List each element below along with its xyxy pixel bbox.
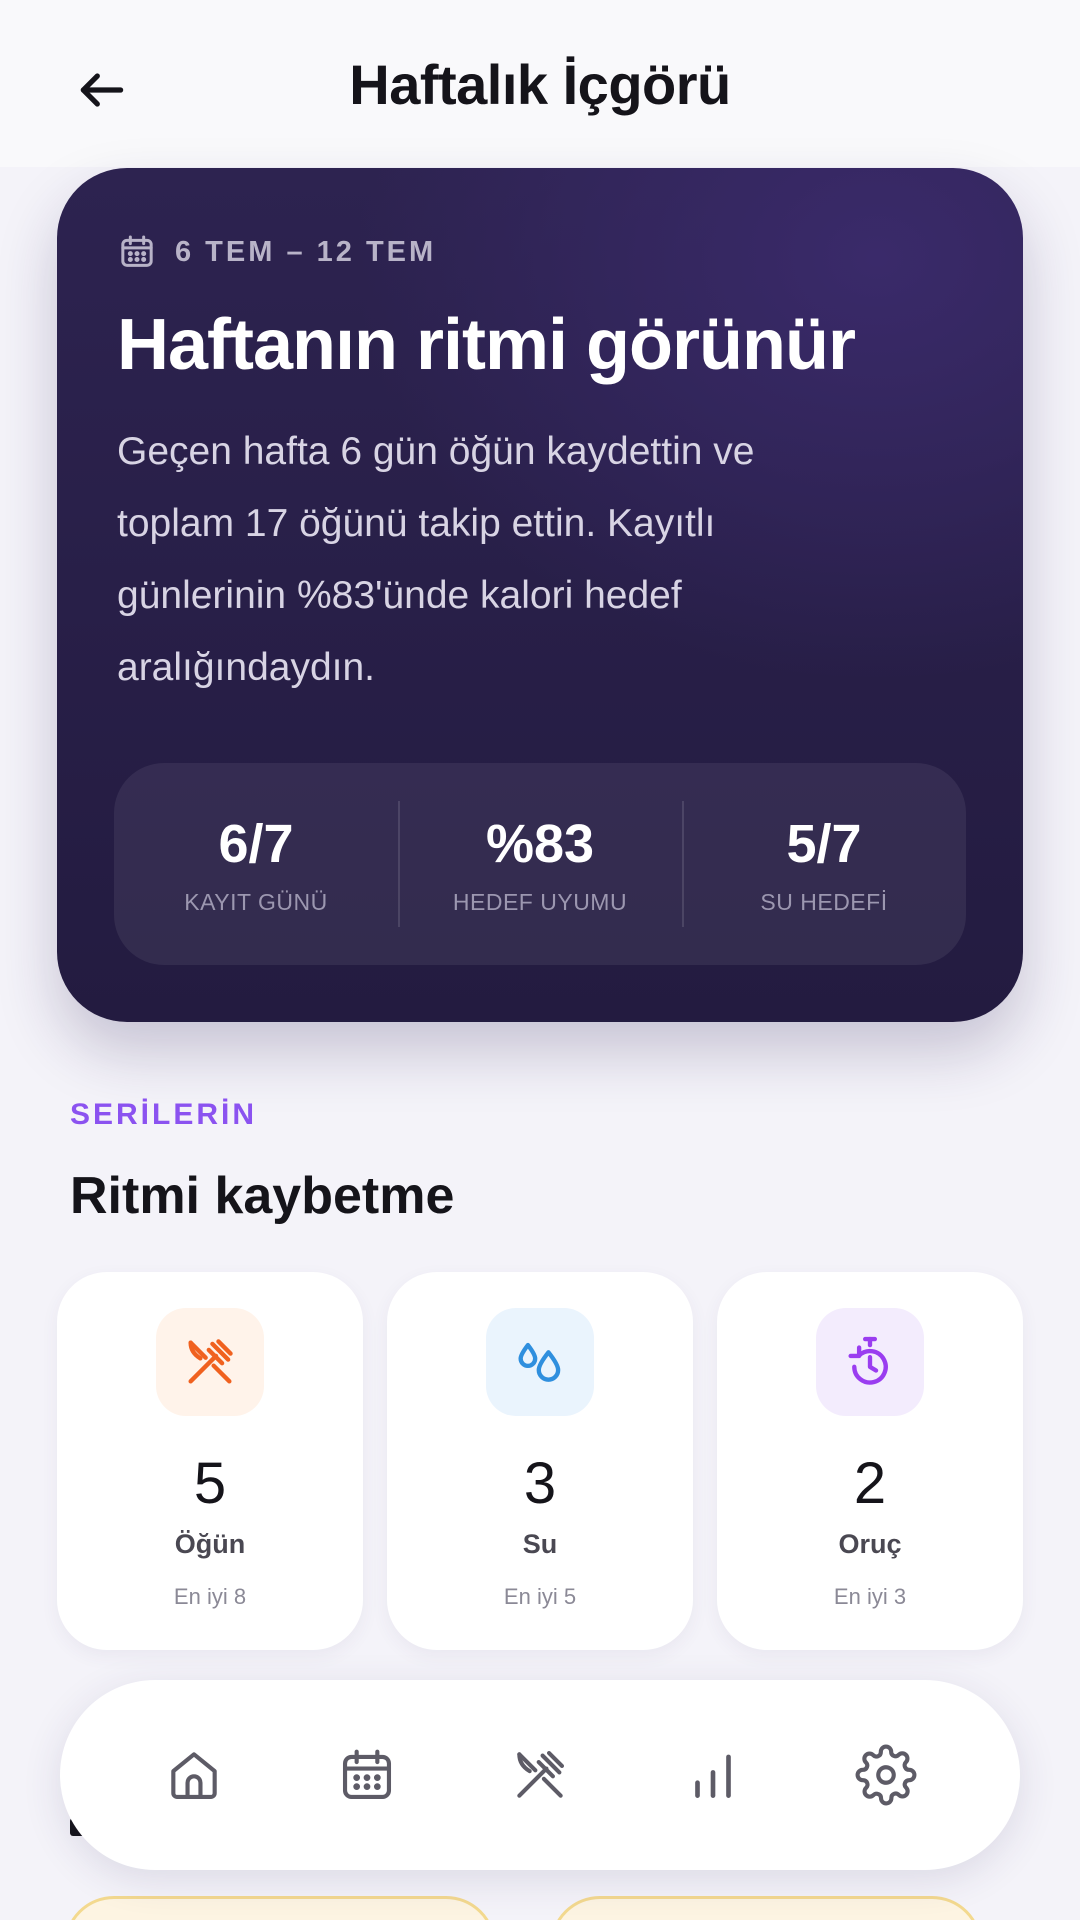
partially-hidden-card [64,1896,496,1920]
streak-value: 5 [193,1451,227,1516]
nav-insights[interactable] [665,1727,761,1823]
streak-card-meal[interactable]: 5 Öğün En iyi 8 [57,1272,363,1650]
date-range-text: 6 TEM – 12 TEM [175,235,437,268]
partially-hidden-card [550,1896,982,1920]
streak-value: 3 [523,1451,557,1516]
calendar-icon [343,1749,392,1800]
nav-settings[interactable] [838,1727,934,1823]
stat-value: 6/7 [218,813,294,874]
streak-best: En iyi 3 [833,1584,907,1609]
section-eyebrow: SERİLERİN [70,1098,258,1131]
streak-icon-bg [486,1308,594,1416]
top-app-bar: Haftalık İçgörü [0,0,1080,167]
streak-name: Oruç [838,1529,902,1559]
stat-value: %83 [485,813,595,874]
bottom-navigation [60,1680,1020,1870]
date-range: 6 TEM – 12 TEM [117,232,436,272]
stats-row: 6/7 KAYIT GÜNÜ %83 HEDEF UYUMU 5/7 SU HE… [114,763,966,965]
streak-card-water[interactable]: 3 Su En iyi 5 [387,1272,693,1650]
streak-card-fasting[interactable]: 2 Oruç En iyi 3 [717,1272,1023,1650]
stat-value: 5/7 [786,813,862,874]
streak-best: En iyi 5 [503,1584,577,1609]
stat-log-days: 6/7 KAYIT GÜNÜ [114,763,398,965]
fork-knife-icon [517,1750,565,1798]
calendar-icon [121,235,153,267]
streak-name: Su [522,1529,558,1559]
weekly-summary-card: 6 TEM – 12 TEM Haftanın ritmi görünür Ge… [57,168,1023,1022]
streak-icon-bg [156,1308,264,1416]
nav-home[interactable] [146,1727,242,1823]
timer-icon [848,1336,888,1385]
water-drops-icon [518,1342,561,1382]
nav-calendar[interactable] [319,1727,415,1823]
streak-name: Öğün [174,1529,246,1559]
streak-best: En iyi 8 [173,1584,247,1609]
streak-cards: 5 Öğün En iyi 8 3 Su En iyi 5 2 Oruç En … [57,1272,1023,1650]
hero-description: Geçen hafta 6 gün öğün kaydettin ve topl… [117,430,755,689]
stat-label: SU HEDEFİ [760,888,888,915]
stat-label: HEDEF UYUMU [452,888,628,915]
nav-meals[interactable] [492,1727,588,1823]
stat-water-goal: 5/7 SU HEDEFİ [682,763,966,965]
streak-icon-bg [816,1308,924,1416]
stat-goal-compliance: %83 HEDEF UYUMU [398,763,682,965]
home-icon [171,1752,218,1800]
fork-knife-icon [188,1339,233,1384]
settings-gear-icon [855,1744,916,1806]
section-title: Ritmi kaybetme [70,1167,455,1225]
bar-chart-icon [694,1754,731,1798]
streak-value: 2 [853,1451,887,1516]
hero-title: Haftanın ritmi görünür [117,305,856,385]
stat-label: KAYIT GÜNÜ [184,888,328,915]
page-title: Haftalık İçgörü [349,53,731,116]
